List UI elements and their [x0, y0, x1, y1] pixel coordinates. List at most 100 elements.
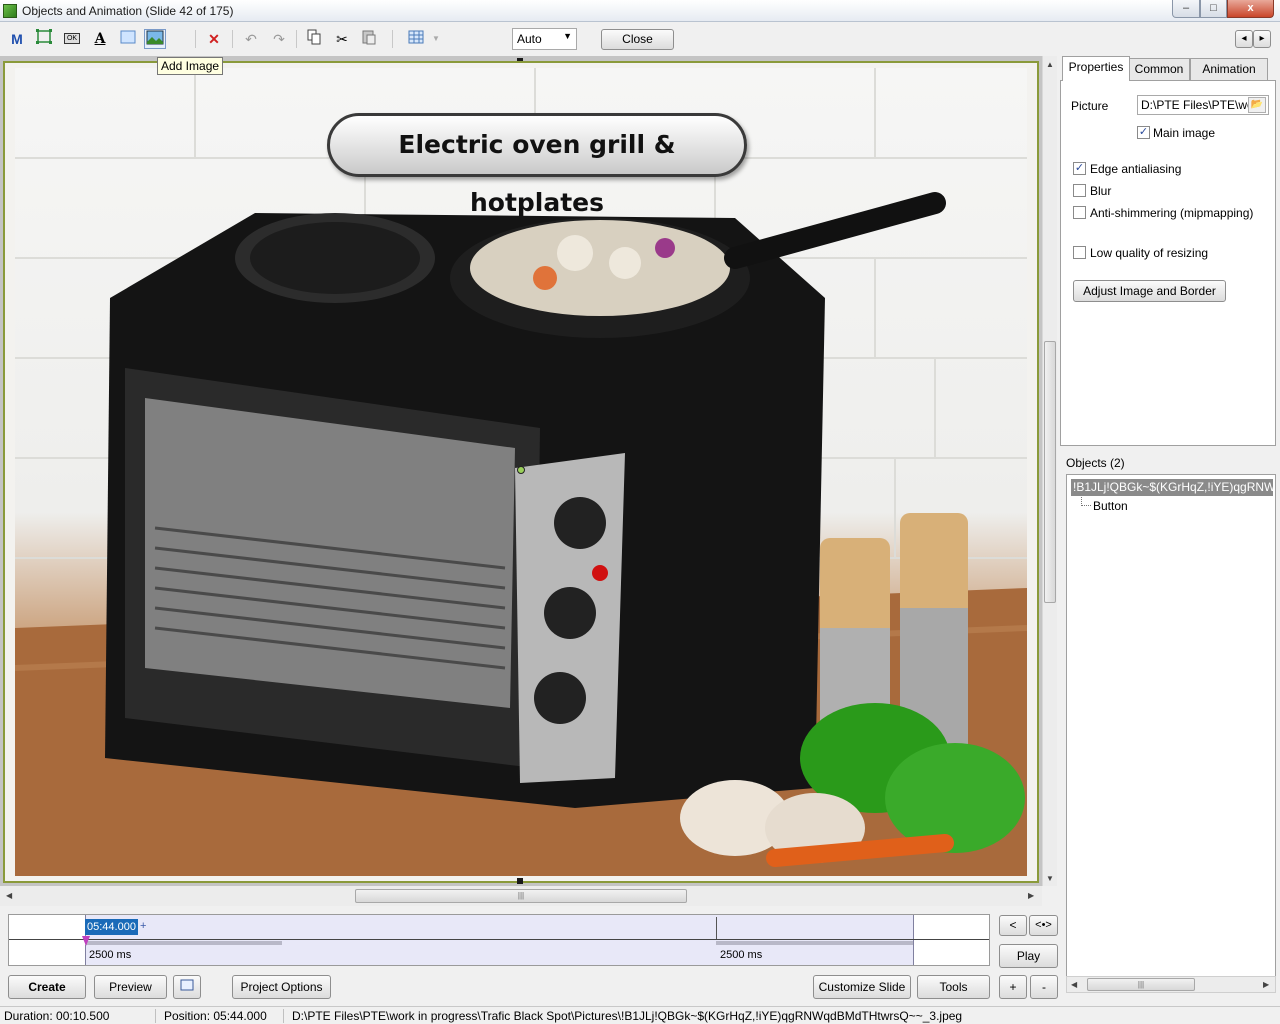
tooltip: Add Image: [157, 57, 224, 75]
create-button[interactable]: Create: [8, 975, 86, 999]
status-position: Position: 05:44.000: [164, 1009, 267, 1023]
separator: [296, 30, 297, 48]
canvas-vertical-scrollbar[interactable]: ▲ ▼: [1042, 56, 1057, 886]
scroll-right-icon[interactable]: ▶: [1263, 980, 1269, 989]
tab-animation[interactable]: Animation: [1190, 58, 1268, 80]
scroll-left-icon[interactable]: ◀: [1071, 980, 1077, 989]
app-icon: [3, 4, 17, 18]
add-button-icon[interactable]: OK: [61, 29, 83, 49]
separator: [232, 30, 233, 48]
customize-slide-button[interactable]: Customize Slide: [813, 975, 911, 999]
timeline-duration-bar[interactable]: [716, 941, 913, 945]
edge-antialiasing-label: Edge antialiasing: [1090, 162, 1182, 176]
status-bar: Duration: 00:10.500 Position: 05:44.000 …: [0, 1006, 1280, 1024]
scroll-thumb[interactable]: |||: [355, 889, 687, 903]
timeline[interactable]: 05:44.000 + 2500 ms 2500 ms: [8, 914, 990, 966]
rectangle-icon[interactable]: [117, 29, 139, 49]
redo-icon[interactable]: ↷: [268, 29, 290, 49]
grid-icon[interactable]: [405, 29, 427, 49]
title-bar: Objects and Animation (Slide 42 of 175) …: [0, 0, 1280, 22]
separator: [392, 30, 393, 48]
objects-label: Objects (2): [1066, 456, 1125, 470]
button-ok-label: OK: [63, 33, 81, 44]
close-button[interactable]: Close: [601, 29, 674, 50]
properties-panel: Properties Common Animation Picture D:\P…: [1058, 56, 1280, 1006]
project-options-button[interactable]: Project Options: [232, 975, 331, 999]
objects-tree[interactable]: !B1JLj!QBGk~$(KGrHqZ,!iYE)qgRNWq Button: [1066, 474, 1276, 984]
slide-title-button[interactable]: Electric oven grill & hotplates: [327, 113, 747, 217]
remove-keyframe-button[interactable]: -: [1030, 975, 1058, 999]
frame-icon[interactable]: [33, 29, 55, 49]
grid-dropdown-icon[interactable]: ▼: [425, 29, 447, 49]
canvas-horizontal-scrollbar[interactable]: ◀ ||| ▶: [0, 886, 1042, 906]
duration-label-2: 2500 ms: [720, 949, 763, 961]
blur-label: Blur: [1090, 184, 1112, 198]
objects-horizontal-scrollbar[interactable]: ◀ ||| ▶: [1066, 976, 1276, 993]
anti-shimmering-label: Anti-shimmering (mipmapping): [1090, 206, 1254, 220]
picture-path-field[interactable]: D:\PTE Files\PTE\wc 📂: [1137, 95, 1269, 115]
minimize-button[interactable]: –: [1172, 0, 1200, 18]
delete-icon[interactable]: ✕: [203, 29, 225, 49]
selection-handle[interactable]: [517, 878, 523, 884]
scroll-down-icon[interactable]: ▼: [1046, 874, 1054, 883]
picture-path-value: D:\PTE Files\PTE\wc: [1141, 98, 1254, 112]
close-window-button[interactable]: x: [1227, 0, 1274, 18]
scroll-thumb[interactable]: |||: [1087, 978, 1195, 991]
main-image-label: Main image: [1153, 126, 1216, 140]
add-text-m-icon[interactable]: M: [6, 29, 28, 49]
add-keyframe-button[interactable]: +: [999, 975, 1027, 999]
tree-item-image[interactable]: !B1JLj!QBGk~$(KGrHqZ,!iYE)qgRNWq: [1071, 479, 1273, 496]
preview-button[interactable]: Preview: [94, 975, 167, 999]
canvas-area[interactable]: Electric oven grill & hotplates: [0, 56, 1042, 886]
maximize-button[interactable]: □: [1200, 0, 1227, 18]
add-text-icon[interactable]: A: [89, 29, 111, 49]
separator: [155, 1009, 156, 1023]
zoom-select[interactable]: Auto ▼: [512, 28, 577, 50]
add-image-icon[interactable]: [144, 29, 166, 49]
paste-icon[interactable]: [358, 29, 380, 49]
separator: [195, 30, 196, 48]
nav-next-button[interactable]: ▸: [1253, 30, 1271, 48]
open-folder-icon[interactable]: 📂: [1248, 97, 1266, 113]
low-quality-label: Low quality of resizing: [1090, 246, 1209, 260]
timeline-expand-button[interactable]: <•>: [1029, 915, 1058, 936]
separator: [283, 1009, 284, 1023]
status-duration: Duration: 00:10.500: [4, 1009, 110, 1023]
edge-antialiasing-checkbox[interactable]: ✓: [1073, 162, 1086, 175]
adjust-image-border-button[interactable]: Adjust Image and Border: [1073, 280, 1226, 302]
low-quality-checkbox[interactable]: [1073, 246, 1086, 259]
anti-shimmering-checkbox[interactable]: [1073, 206, 1086, 219]
cut-icon[interactable]: ✂: [331, 29, 353, 49]
timeline-selected-range[interactable]: [85, 915, 914, 965]
tab-properties[interactable]: Properties: [1062, 56, 1130, 81]
picture-label: Picture: [1071, 99, 1109, 113]
copy-icon[interactable]: [303, 29, 325, 49]
tree-item-button[interactable]: Button: [1093, 499, 1128, 513]
zoom-value: Auto: [517, 32, 542, 46]
toolbar: M OK A ✕ ↶ ↷ ✂ ▼ Auto ▼ Close ◂ ▸: [0, 22, 1280, 56]
timeline-position[interactable]: 05:44.000: [85, 919, 138, 935]
scroll-right-icon[interactable]: ▶: [1028, 891, 1034, 900]
blur-checkbox[interactable]: [1073, 184, 1086, 197]
scroll-left-icon[interactable]: ◀: [6, 891, 12, 900]
timeline-divider: [9, 939, 989, 940]
keyframe-line[interactable]: [716, 917, 717, 939]
timeline-prev-button[interactable]: <: [999, 915, 1027, 936]
timeline-duration-bar[interactable]: [85, 941, 282, 945]
tools-button[interactable]: Tools: [917, 975, 990, 999]
nav-prev-button[interactable]: ◂: [1235, 30, 1253, 48]
tab-common[interactable]: Common: [1128, 58, 1190, 80]
play-button[interactable]: Play: [999, 944, 1058, 968]
status-file-path: D:\PTE Files\PTE\work in progress\Trafic…: [292, 1009, 963, 1023]
duration-label-1: 2500 ms: [89, 949, 132, 961]
scroll-up-icon[interactable]: ▲: [1046, 60, 1054, 69]
fullscreen-preview-icon[interactable]: [173, 975, 201, 999]
properties-box: Picture D:\PTE Files\PTE\wc 📂 ✓ Main ima…: [1060, 80, 1276, 446]
scroll-thumb[interactable]: [1044, 341, 1056, 603]
main-image-checkbox[interactable]: ✓: [1137, 126, 1150, 139]
undo-icon[interactable]: ↶: [240, 29, 262, 49]
timeline-plus: +: [140, 920, 147, 932]
chevron-down-icon: ▼: [563, 31, 572, 41]
tree-connector: [1081, 497, 1091, 506]
anchor-point[interactable]: [517, 466, 525, 474]
